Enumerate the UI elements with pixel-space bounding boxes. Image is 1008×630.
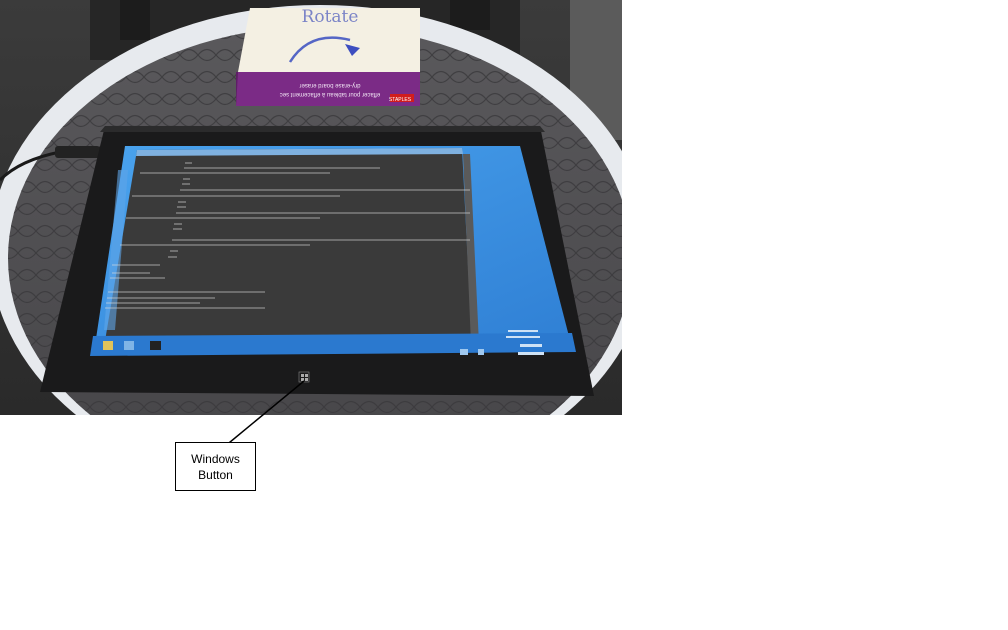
callout-line1: Windows [191, 451, 240, 466]
callout-pointer [217, 380, 305, 453]
windows-button-callout: Windows Button [175, 442, 256, 491]
callout-line2: Button [198, 467, 233, 482]
